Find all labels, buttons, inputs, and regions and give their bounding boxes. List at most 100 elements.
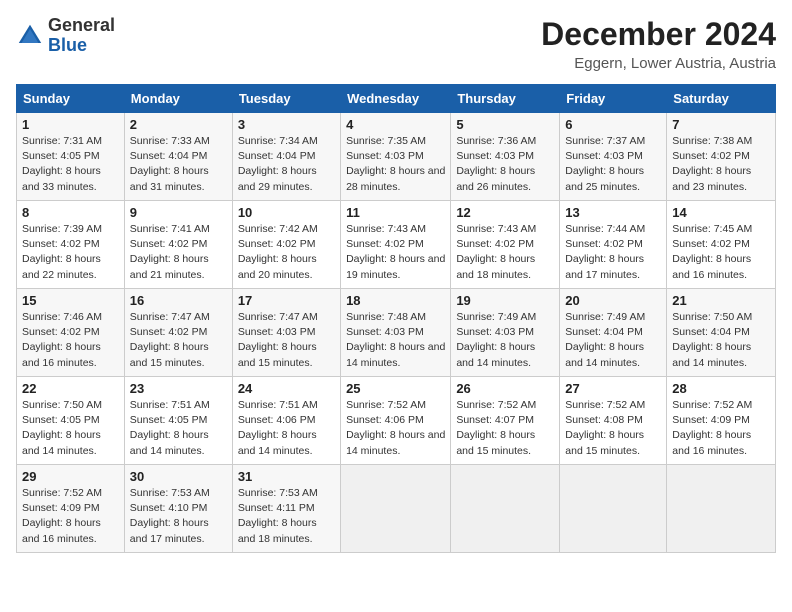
day-number: 18: [346, 293, 445, 308]
calendar-cell: 11 Sunrise: 7:43 AM Sunset: 4:02 PM Dayl…: [341, 201, 451, 289]
day-number: 10: [238, 205, 335, 220]
calendar-cell: 4 Sunrise: 7:35 AM Sunset: 4:03 PM Dayli…: [341, 113, 451, 201]
day-info: Sunrise: 7:48 AM Sunset: 4:03 PM Dayligh…: [346, 310, 445, 371]
day-info: Sunrise: 7:52 AM Sunset: 4:08 PM Dayligh…: [565, 398, 661, 459]
calendar-cell: 19 Sunrise: 7:49 AM Sunset: 4:03 PM Dayl…: [451, 289, 560, 377]
weekday-header-thursday: Thursday: [451, 85, 560, 113]
calendar-cell: 31 Sunrise: 7:53 AM Sunset: 4:11 PM Dayl…: [232, 465, 340, 553]
logo-icon: [16, 22, 44, 50]
weekday-header-sunday: Sunday: [17, 85, 125, 113]
day-number: 3: [238, 117, 335, 132]
day-number: 14: [672, 205, 770, 220]
weekday-header-tuesday: Tuesday: [232, 85, 340, 113]
calendar-cell: 5 Sunrise: 7:36 AM Sunset: 4:03 PM Dayli…: [451, 113, 560, 201]
day-number: 8: [22, 205, 119, 220]
day-number: 20: [565, 293, 661, 308]
weekday-header-row: SundayMondayTuesdayWednesdayThursdayFrid…: [17, 85, 776, 113]
day-number: 22: [22, 381, 119, 396]
calendar-cell: 18 Sunrise: 7:48 AM Sunset: 4:03 PM Dayl…: [341, 289, 451, 377]
week-row-1: 1 Sunrise: 7:31 AM Sunset: 4:05 PM Dayli…: [17, 113, 776, 201]
day-number: 6: [565, 117, 661, 132]
day-number: 13: [565, 205, 661, 220]
day-info: Sunrise: 7:50 AM Sunset: 4:04 PM Dayligh…: [672, 310, 770, 371]
day-info: Sunrise: 7:39 AM Sunset: 4:02 PM Dayligh…: [22, 222, 119, 283]
calendar-cell: 13 Sunrise: 7:44 AM Sunset: 4:02 PM Dayl…: [560, 201, 667, 289]
calendar-table: SundayMondayTuesdayWednesdayThursdayFrid…: [16, 84, 776, 553]
day-info: Sunrise: 7:53 AM Sunset: 4:10 PM Dayligh…: [130, 486, 227, 547]
week-row-3: 15 Sunrise: 7:46 AM Sunset: 4:02 PM Dayl…: [17, 289, 776, 377]
day-number: 11: [346, 205, 445, 220]
calendar-cell: [341, 465, 451, 553]
day-info: Sunrise: 7:47 AM Sunset: 4:03 PM Dayligh…: [238, 310, 335, 371]
day-number: 15: [22, 293, 119, 308]
day-number: 29: [22, 469, 119, 484]
day-info: Sunrise: 7:52 AM Sunset: 4:06 PM Dayligh…: [346, 398, 445, 459]
day-info: Sunrise: 7:49 AM Sunset: 4:03 PM Dayligh…: [456, 310, 554, 371]
calendar-cell: [560, 465, 667, 553]
calendar-cell: 29 Sunrise: 7:52 AM Sunset: 4:09 PM Dayl…: [17, 465, 125, 553]
day-number: 26: [456, 381, 554, 396]
calendar-cell: 3 Sunrise: 7:34 AM Sunset: 4:04 PM Dayli…: [232, 113, 340, 201]
calendar-cell: 20 Sunrise: 7:49 AM Sunset: 4:04 PM Dayl…: [560, 289, 667, 377]
month-title: December 2024: [541, 16, 776, 53]
calendar-cell: 23 Sunrise: 7:51 AM Sunset: 4:05 PM Dayl…: [124, 377, 232, 465]
calendar-cell: 25 Sunrise: 7:52 AM Sunset: 4:06 PM Dayl…: [341, 377, 451, 465]
day-info: Sunrise: 7:33 AM Sunset: 4:04 PM Dayligh…: [130, 134, 227, 195]
calendar-cell: 22 Sunrise: 7:50 AM Sunset: 4:05 PM Dayl…: [17, 377, 125, 465]
calendar-cell: 1 Sunrise: 7:31 AM Sunset: 4:05 PM Dayli…: [17, 113, 125, 201]
weekday-header-monday: Monday: [124, 85, 232, 113]
calendar-cell: 10 Sunrise: 7:42 AM Sunset: 4:02 PM Dayl…: [232, 201, 340, 289]
weekday-header-wednesday: Wednesday: [341, 85, 451, 113]
day-info: Sunrise: 7:34 AM Sunset: 4:04 PM Dayligh…: [238, 134, 335, 195]
title-area: December 2024 Eggern, Lower Austria, Aus…: [541, 16, 776, 72]
day-number: 31: [238, 469, 335, 484]
day-number: 21: [672, 293, 770, 308]
calendar-cell: 9 Sunrise: 7:41 AM Sunset: 4:02 PM Dayli…: [124, 201, 232, 289]
day-info: Sunrise: 7:46 AM Sunset: 4:02 PM Dayligh…: [22, 310, 119, 371]
location-subtitle: Eggern, Lower Austria, Austria: [541, 55, 776, 72]
day-number: 19: [456, 293, 554, 308]
day-info: Sunrise: 7:49 AM Sunset: 4:04 PM Dayligh…: [565, 310, 661, 371]
day-info: Sunrise: 7:51 AM Sunset: 4:05 PM Dayligh…: [130, 398, 227, 459]
day-info: Sunrise: 7:53 AM Sunset: 4:11 PM Dayligh…: [238, 486, 335, 547]
weekday-header-saturday: Saturday: [667, 85, 776, 113]
day-info: Sunrise: 7:38 AM Sunset: 4:02 PM Dayligh…: [672, 134, 770, 195]
day-info: Sunrise: 7:43 AM Sunset: 4:02 PM Dayligh…: [346, 222, 445, 283]
day-number: 28: [672, 381, 770, 396]
day-info: Sunrise: 7:47 AM Sunset: 4:02 PM Dayligh…: [130, 310, 227, 371]
day-info: Sunrise: 7:44 AM Sunset: 4:02 PM Dayligh…: [565, 222, 661, 283]
calendar-cell: [451, 465, 560, 553]
logo-blue-text: Blue: [48, 35, 87, 55]
calendar-cell: 2 Sunrise: 7:33 AM Sunset: 4:04 PM Dayli…: [124, 113, 232, 201]
calendar-cell: 15 Sunrise: 7:46 AM Sunset: 4:02 PM Dayl…: [17, 289, 125, 377]
day-info: Sunrise: 7:36 AM Sunset: 4:03 PM Dayligh…: [456, 134, 554, 195]
day-number: 4: [346, 117, 445, 132]
calendar-cell: 21 Sunrise: 7:50 AM Sunset: 4:04 PM Dayl…: [667, 289, 776, 377]
calendar-cell: 26 Sunrise: 7:52 AM Sunset: 4:07 PM Dayl…: [451, 377, 560, 465]
week-row-4: 22 Sunrise: 7:50 AM Sunset: 4:05 PM Dayl…: [17, 377, 776, 465]
logo: General Blue: [16, 16, 115, 56]
day-info: Sunrise: 7:50 AM Sunset: 4:05 PM Dayligh…: [22, 398, 119, 459]
calendar-cell: 12 Sunrise: 7:43 AM Sunset: 4:02 PM Dayl…: [451, 201, 560, 289]
week-row-5: 29 Sunrise: 7:52 AM Sunset: 4:09 PM Dayl…: [17, 465, 776, 553]
day-number: 5: [456, 117, 554, 132]
day-info: Sunrise: 7:43 AM Sunset: 4:02 PM Dayligh…: [456, 222, 554, 283]
day-number: 17: [238, 293, 335, 308]
calendar-cell: 14 Sunrise: 7:45 AM Sunset: 4:02 PM Dayl…: [667, 201, 776, 289]
calendar-cell: 7 Sunrise: 7:38 AM Sunset: 4:02 PM Dayli…: [667, 113, 776, 201]
day-number: 25: [346, 381, 445, 396]
day-number: 1: [22, 117, 119, 132]
calendar-cell: [667, 465, 776, 553]
week-row-2: 8 Sunrise: 7:39 AM Sunset: 4:02 PM Dayli…: [17, 201, 776, 289]
calendar-cell: 16 Sunrise: 7:47 AM Sunset: 4:02 PM Dayl…: [124, 289, 232, 377]
day-info: Sunrise: 7:37 AM Sunset: 4:03 PM Dayligh…: [565, 134, 661, 195]
day-number: 24: [238, 381, 335, 396]
day-info: Sunrise: 7:35 AM Sunset: 4:03 PM Dayligh…: [346, 134, 445, 195]
calendar-cell: 27 Sunrise: 7:52 AM Sunset: 4:08 PM Dayl…: [560, 377, 667, 465]
day-info: Sunrise: 7:52 AM Sunset: 4:09 PM Dayligh…: [672, 398, 770, 459]
day-number: 2: [130, 117, 227, 132]
day-info: Sunrise: 7:52 AM Sunset: 4:09 PM Dayligh…: [22, 486, 119, 547]
day-info: Sunrise: 7:51 AM Sunset: 4:06 PM Dayligh…: [238, 398, 335, 459]
day-number: 12: [456, 205, 554, 220]
day-info: Sunrise: 7:45 AM Sunset: 4:02 PM Dayligh…: [672, 222, 770, 283]
